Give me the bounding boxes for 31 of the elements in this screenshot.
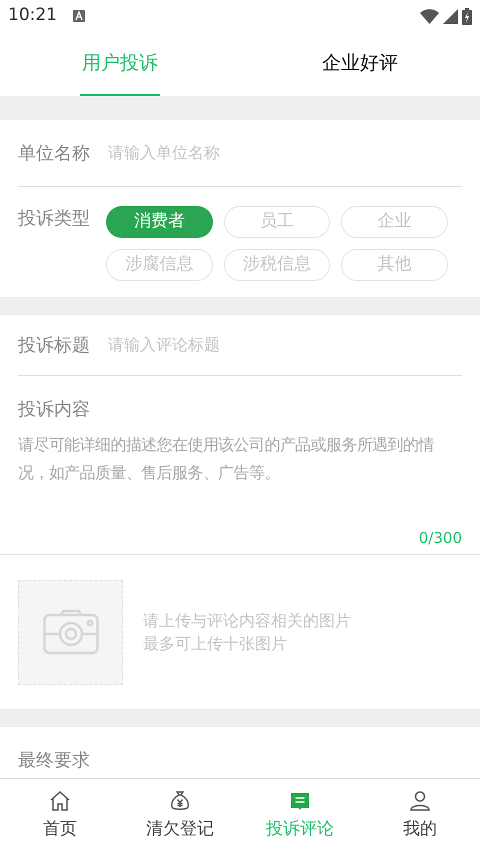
field-label: 投诉内容 — [18, 398, 91, 422]
field-label: 单位名称 — [18, 142, 90, 166]
nav-tab[interactable]: 投诉评论 — [240, 779, 360, 853]
camera-icon — [42, 609, 98, 655]
battery-icon — [462, 8, 472, 24]
nav-tab[interactable]: 首页 — [0, 779, 120, 853]
signal-icon — [443, 8, 458, 24]
home-icon — [48, 789, 72, 814]
type-option[interactable]: 涉税信息 — [224, 249, 330, 281]
upload-hint: 最多可上传十张图片 — [143, 633, 288, 655]
tab[interactable]: 企业好评 — [320, 32, 400, 96]
field-label: 投诉类型 — [18, 207, 90, 231]
wifi-icon — [420, 8, 439, 24]
field-label: 最终要求 — [18, 750, 90, 770]
field-label: 投诉标题 — [18, 334, 90, 358]
type-option[interactable]: 消费者 — [106, 206, 213, 238]
type-option[interactable]: 企业 — [341, 206, 448, 238]
user-icon — [408, 789, 432, 814]
input-field[interactable]: 请输入单位名称 — [108, 141, 462, 165]
status-time: 10:21 — [8, 4, 57, 28]
photo-upload-button[interactable] — [18, 580, 123, 684]
content-field[interactable]: 请尽可能详细的描述您在使用该公司的产品或服务所遇到的情况，如产品质量、售后服务、广告等。 — [18, 431, 462, 527]
character-counter: 0/300 — [418, 528, 462, 549]
keyboard-indicator-icon — [73, 10, 85, 22]
type-option[interactable]: 员工 — [224, 206, 330, 238]
nav-tab[interactable]: 清欠登记 — [120, 779, 240, 853]
type-option[interactable]: 其他 — [341, 249, 448, 281]
upload-hint: 请上传与评论内容相关的图片 — [143, 610, 351, 632]
type-option[interactable]: 涉腐信息 — [106, 249, 213, 281]
nav-tab[interactable]: 我的 — [360, 779, 480, 853]
input-field[interactable]: 请输入评论标题 — [108, 333, 462, 357]
